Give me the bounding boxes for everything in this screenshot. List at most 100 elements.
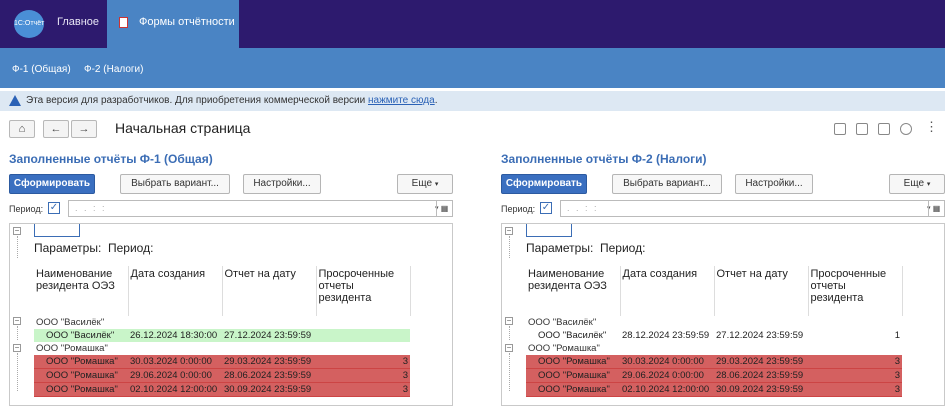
- selected-cell[interactable]: [526, 224, 572, 237]
- top-navigation-bar: 1С:Отчёт Главное Формы отчётности: [0, 0, 945, 48]
- developer-notice: Эта версия для разработчиков. Для приобр…: [0, 91, 945, 111]
- report-row[interactable]: ООО "Ромашка" 30.03.2024 0:00:00 29.03.202…: [526, 355, 902, 369]
- page-header: ⌂ ← → Начальная страница ⋮: [0, 114, 945, 144]
- column-header: Просроченные отчеты резидента: [808, 266, 903, 316]
- link-icon[interactable]: [900, 123, 912, 135]
- parameters-line: Параметры: Период:: [34, 241, 153, 255]
- resident-name: ООО "Ромашка": [526, 355, 620, 369]
- period-field[interactable]: . . : : ▾ ▦: [68, 200, 453, 217]
- notice-tail: .: [434, 95, 438, 106]
- column-header: Дата создания: [128, 266, 223, 316]
- period-label: Период:: [501, 204, 536, 214]
- report-row[interactable]: ООО "Ромашка" 02.10.2024 12:00:00 30.09.20…: [526, 382, 902, 397]
- created-date: 26.12.2024 18:30:00: [128, 329, 222, 342]
- subnav-f2[interactable]: Ф-2 (Налоги): [84, 64, 143, 75]
- group-collapse-icon[interactable]: −: [13, 317, 21, 325]
- group-name: ООО "Ромашка": [36, 343, 108, 354]
- more-menu-icon[interactable]: ⋮: [925, 119, 938, 135]
- page-title: Начальная страница: [115, 120, 251, 136]
- report-date: 28.06.2024 23:59:59: [222, 368, 316, 383]
- resident-name: ООО "Ромашка": [526, 382, 620, 397]
- period-checkbox[interactable]: ✓: [48, 202, 60, 214]
- group-row[interactable]: ООО "Василёк": [34, 316, 410, 329]
- collapse-icon[interactable]: −: [13, 227, 21, 235]
- group-collapse-icon[interactable]: −: [505, 344, 513, 352]
- select-variant-button[interactable]: Выбрать вариант...: [612, 174, 722, 194]
- app-logo[interactable]: 1С:Отчёт: [14, 10, 44, 38]
- sub-navigation-bar: Ф-1 (Общая) Ф-2 (Налоги): [0, 48, 945, 88]
- column-header: Наименование резидента ОЭЗ: [34, 266, 129, 316]
- settings-button[interactable]: Настройки...: [735, 174, 813, 194]
- report-date: 27.12.2024 23:59:59: [222, 329, 316, 342]
- period-field[interactable]: . . : : ▾ ▦: [560, 200, 945, 217]
- report-row[interactable]: ООО "Ромашка" 29.06.2024 0:00:00 28.06.202…: [34, 368, 410, 383]
- report-row[interactable]: ООО "Василёк" 28.12.2024 23:59:59 27.12.20…: [526, 329, 902, 342]
- report-table: Наименование резидента ОЭЗ Дата создания О…: [34, 266, 411, 397]
- calendar-icon[interactable]: ▦: [928, 201, 944, 216]
- period-checkbox[interactable]: ✓: [540, 202, 552, 214]
- report-date: 28.06.2024 23:59:59: [714, 368, 808, 383]
- chevron-down-icon: ▾: [926, 181, 931, 188]
- subnav-f1[interactable]: Ф-1 (Общая): [12, 64, 71, 75]
- params-label: Параметры:: [34, 241, 102, 255]
- chevron-down-icon: ▾: [434, 181, 439, 188]
- selected-cell[interactable]: [34, 224, 80, 237]
- preview-icon[interactable]: [878, 123, 890, 135]
- overdue-count: 3: [808, 355, 902, 369]
- period-param-label: Период:: [107, 241, 154, 255]
- group-row[interactable]: ООО "Ромашка": [34, 342, 410, 355]
- resident-name: ООО "Василёк": [526, 329, 620, 342]
- home-button[interactable]: ⌂: [9, 120, 35, 138]
- more-button[interactable]: Еще ▾: [889, 174, 945, 194]
- report-date: 30.09.2024 23:59:59: [714, 382, 808, 397]
- group-collapse-icon[interactable]: −: [505, 317, 513, 325]
- report-table: Наименование резидента ОЭЗ Дата создания О…: [526, 266, 903, 397]
- report-date: 30.09.2024 23:59:59: [222, 382, 316, 397]
- column-header: Дата создания: [620, 266, 715, 316]
- calendar-icon[interactable]: ▦: [436, 201, 452, 216]
- report-row[interactable]: ООО "Василёк" 26.12.2024 18:30:00 27.12.20…: [34, 329, 410, 342]
- parameters-line: Параметры: Период:: [526, 241, 645, 255]
- resident-name: ООО "Ромашка": [34, 355, 128, 369]
- notice-text: Эта версия для разработчиков. Для приобр…: [26, 95, 368, 106]
- nav-tab-report-forms[interactable]: Формы отчётности: [107, 0, 239, 48]
- created-date: 29.06.2024 0:00:00: [620, 368, 714, 383]
- back-button[interactable]: ←: [43, 120, 69, 138]
- notice-link[interactable]: нажмите сюда: [368, 95, 435, 106]
- report-date: 27.12.2024 23:59:59: [714, 329, 808, 342]
- generate-button[interactable]: Сформировать: [9, 174, 95, 194]
- select-variant-button[interactable]: Выбрать вариант...: [120, 174, 230, 194]
- print-icon[interactable]: [856, 123, 868, 135]
- tree-line: [509, 353, 510, 391]
- period-label: Период:: [9, 204, 44, 214]
- collapse-icon[interactable]: −: [505, 227, 513, 235]
- report-row[interactable]: ООО "Ромашка" 02.10.2024 12:00:00 30.09.20…: [34, 382, 410, 397]
- period-value: . . : :: [567, 203, 599, 213]
- group-row[interactable]: ООО "Ромашка": [526, 342, 902, 355]
- column-header: Отчет на дату: [222, 266, 317, 316]
- more-label: Еще: [411, 178, 433, 189]
- generate-button[interactable]: Сформировать: [501, 174, 587, 194]
- group-row[interactable]: ООО "Василёк": [526, 316, 902, 329]
- report-output[interactable]: − Параметры: Период: Наименование резидент…: [9, 223, 453, 406]
- column-header: Просроченные отчеты резидента: [316, 266, 411, 316]
- period-param-label: Период:: [599, 241, 646, 255]
- resident-name: ООО "Ромашка": [34, 368, 128, 383]
- resident-name: ООО "Василёк": [34, 329, 128, 342]
- settings-button[interactable]: Настройки...: [243, 174, 321, 194]
- forward-button[interactable]: →: [71, 120, 97, 138]
- report-output[interactable]: − Параметры: Период: Наименование резидент…: [501, 223, 945, 406]
- group-collapse-icon[interactable]: −: [13, 344, 21, 352]
- report-row[interactable]: ООО "Ромашка" 30.03.2024 0:00:00 29.03.202…: [34, 355, 410, 369]
- more-button[interactable]: Еще ▾: [397, 174, 453, 194]
- report-row[interactable]: ООО "Ромашка" 29.06.2024 0:00:00 28.06.202…: [526, 368, 902, 383]
- panel-title: Заполненные отчёты Ф-2 (Налоги): [501, 152, 707, 166]
- nav-home[interactable]: Главное: [57, 16, 99, 28]
- save-icon[interactable]: [834, 123, 846, 135]
- resident-name: ООО "Ромашка": [526, 368, 620, 383]
- overdue-count: 3: [316, 355, 410, 369]
- column-header: Наименование резидента ОЭЗ: [526, 266, 621, 316]
- created-date: 29.06.2024 0:00:00: [128, 368, 222, 383]
- params-label: Параметры:: [526, 241, 594, 255]
- report-date: 29.03.2024 23:59:59: [222, 355, 316, 369]
